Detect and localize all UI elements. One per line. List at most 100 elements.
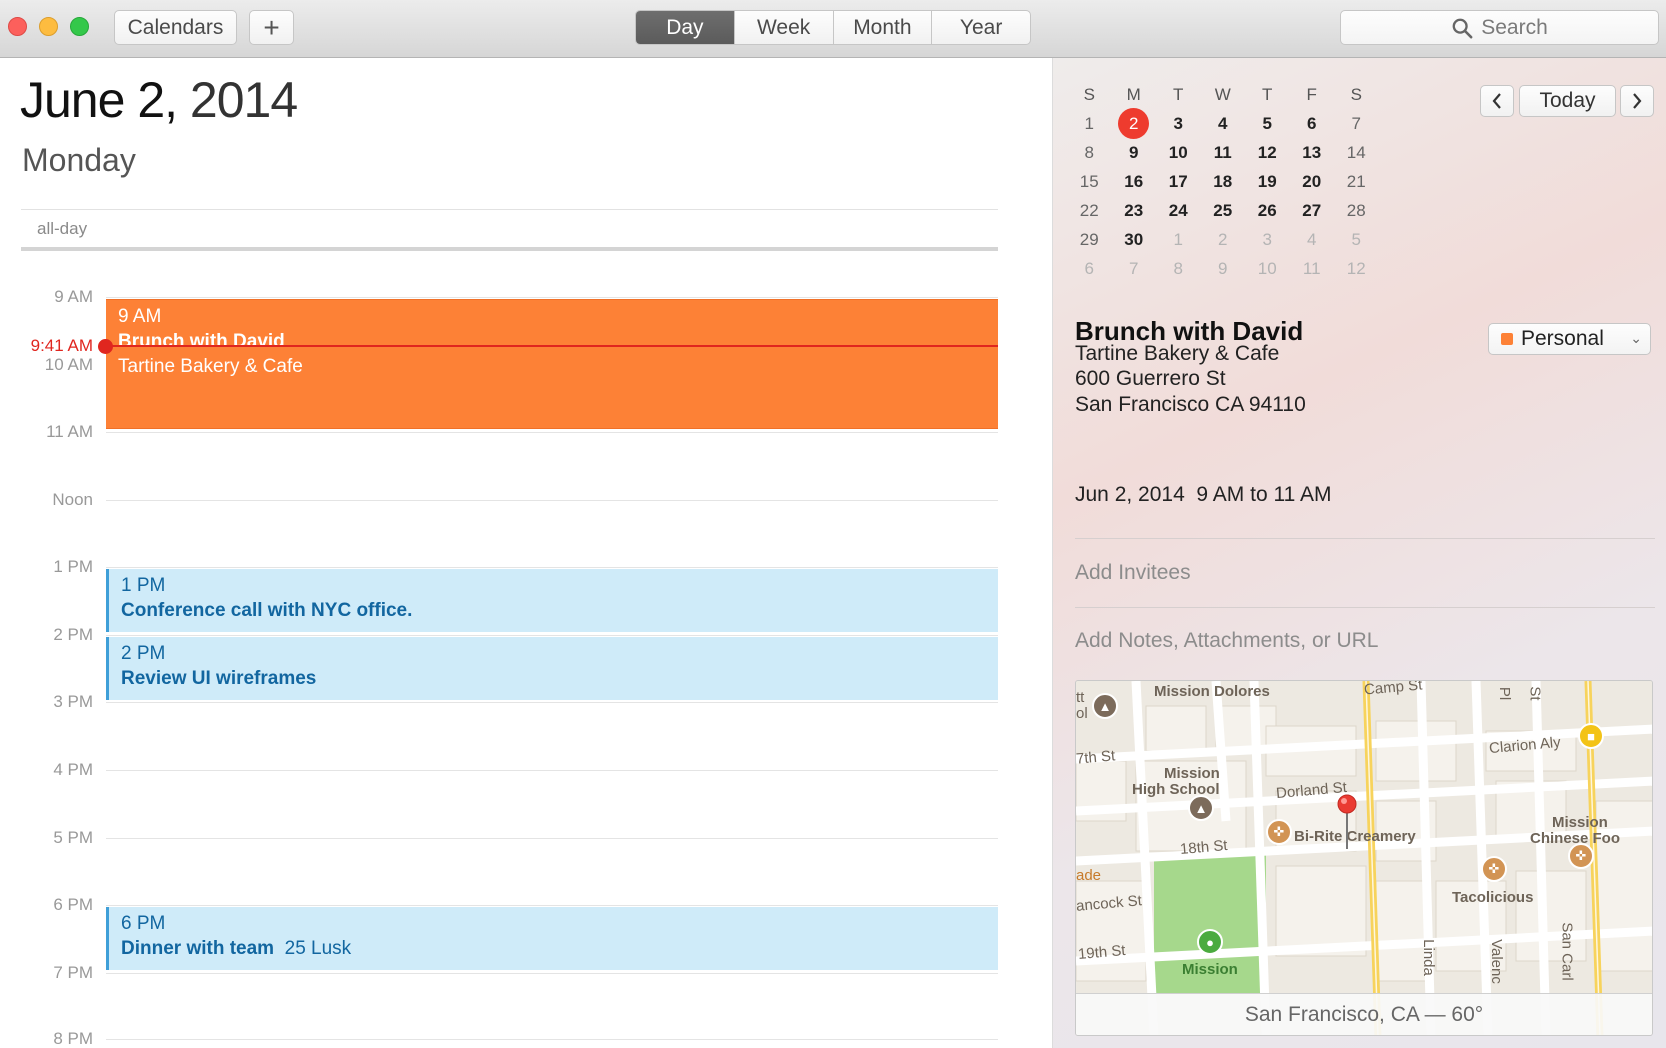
day-number: 4 [1307,229,1317,249]
all-day-row[interactable]: all-day [21,209,998,251]
shopping-icon[interactable]: ■ [1578,723,1604,749]
mini-calendar-day[interactable]: 16 [1112,167,1157,196]
add-invitees-field[interactable]: Add Invitees [1075,561,1191,585]
mini-calendar-day[interactable]: 26 [1245,196,1290,225]
hour-label: 1 PM [53,557,93,576]
location-line[interactable]: Tartine Bakery & Cafe [1075,342,1279,366]
mini-calendar-day[interactable]: 11 [1201,138,1246,167]
event-brunch-with-david[interactable]: 9 AM Brunch with David Tartine Bakery & … [106,299,998,429]
day-number: 3 [1173,113,1183,133]
tab-week[interactable]: Week [733,11,833,44]
add-event-button[interactable]: + [249,10,294,45]
mini-calendar-day[interactable]: 7 [1112,254,1157,283]
mini-calendar-day[interactable]: 19 [1245,167,1290,196]
event-conference-call[interactable]: 1 PM Conference call with NYC office. [106,569,998,632]
tab-day[interactable]: Day [636,11,734,44]
mini-calendar-day[interactable]: 29 [1067,225,1112,254]
mini-calendar-day[interactable]: 28 [1334,196,1379,225]
mini-calendar-day[interactable]: 3 [1156,109,1201,138]
mini-calendar-day[interactable]: 14 [1334,138,1379,167]
day-number: 6 [1307,113,1317,133]
mini-calendar-day[interactable]: 27 [1290,196,1335,225]
mini-calendar-day[interactable]: 13 [1290,138,1335,167]
calendars-button[interactable]: Calendars [114,10,237,45]
map-caption: San Francisco, CA — 60° [1076,993,1652,1035]
mini-calendar-day[interactable]: 12 [1245,138,1290,167]
event-review-ui-wireframes[interactable]: 2 PM Review UI wireframes [106,637,998,700]
mini-calendar-day[interactable]: 9 [1201,254,1246,283]
day-number: 29 [1079,229,1099,249]
mini-calendar-selected-day[interactable]: 2 [1112,108,1157,139]
location-line[interactable]: 600 Guerrero St [1075,367,1226,391]
map-label: ade [1076,867,1102,884]
add-notes-field[interactable]: Add Notes, Attachments, or URL [1075,629,1378,653]
mini-calendar-day[interactable]: 8 [1156,254,1201,283]
mini-calendar-day[interactable]: 17 [1156,167,1201,196]
mini-calendar-day[interactable]: 10 [1156,138,1201,167]
location-pin-icon[interactable] [1336,793,1358,853]
mini-calendar-day[interactable]: 24 [1156,196,1201,225]
current-time-label: 9:41 AM [30,336,93,355]
zoom-window-button[interactable] [70,17,89,36]
restaurant-icon[interactable]: ✜ [1481,856,1507,882]
mini-calendar-day[interactable]: 10 [1245,254,1290,283]
mini-calendar-day[interactable]: 30 [1112,225,1157,254]
previous-day-button[interactable] [1480,85,1514,117]
mini-calendar-day[interactable]: 22 [1067,196,1112,225]
day-view: June 2, 2014 Monday all-day 9 AM 10 AM 1… [0,58,1052,1048]
mini-calendar-day[interactable]: 21 [1334,167,1379,196]
map-label: St [1526,686,1544,701]
mini-calendar-day[interactable]: 25 [1201,196,1246,225]
mini-calendar-day[interactable]: 9 [1112,138,1157,167]
restaurant-icon[interactable]: ✜ [1568,843,1594,869]
minimize-window-button[interactable] [39,17,58,36]
mini-calendar-day[interactable]: 7 [1334,109,1379,138]
tab-year[interactable]: Year [931,11,1030,44]
park-icon[interactable]: ● [1197,929,1223,955]
today-button[interactable]: Today [1519,85,1616,117]
mini-calendar-day[interactable]: 11 [1290,254,1335,283]
event-time: 6 PM [121,913,166,934]
mini-calendar-day[interactable]: 6 [1290,109,1335,138]
day-number: 12 [1346,258,1366,278]
mini-calendar-day[interactable]: 15 [1067,167,1112,196]
location-line[interactable]: San Francisco CA 94110 [1075,393,1306,417]
hour-line [106,770,998,771]
hour-label: 2 PM [53,625,93,644]
mini-calendar-day[interactable]: 4 [1201,109,1246,138]
weekday-label: Monday [22,142,136,178]
mini-calendar-day[interactable]: 12 [1334,254,1379,283]
map-label: Tacolicious [1452,889,1534,906]
calendar-select[interactable]: Personal ⌄ [1488,323,1651,355]
current-time-line [106,345,998,347]
mini-calendar-day[interactable]: 4 [1290,225,1335,254]
mini-calendar-day[interactable]: 8 [1067,138,1112,167]
mini-calendar-day[interactable]: 5 [1334,225,1379,254]
next-day-button[interactable] [1620,85,1654,117]
mini-calendar-day[interactable]: 3 [1245,225,1290,254]
school-icon[interactable]: ▲ [1092,693,1118,719]
restaurant-icon[interactable]: ✜ [1266,819,1292,845]
tab-month[interactable]: Month [832,11,932,44]
mini-calendar-day[interactable]: 20 [1290,167,1335,196]
hour-line [106,635,998,636]
event-datetime[interactable]: Jun 2, 2014 9 AM to 11 AM [1075,483,1331,507]
mini-calendar-week: 29 30 1 2 3 4 5 [1067,225,1379,254]
day-number: 19 [1257,171,1277,191]
mini-calendar-day[interactable]: 1 [1156,225,1201,254]
mini-calendar-day[interactable]: 2 [1201,225,1246,254]
mini-calendar-day[interactable]: 18 [1201,167,1246,196]
day-number: 3 [1262,229,1272,249]
mini-calendar-day[interactable]: 23 [1112,196,1157,225]
event-dinner-with-team[interactable]: 6 PM Dinner with team 25 Lusk [106,907,998,970]
calendar-name: Personal [1521,327,1604,350]
close-window-button[interactable] [8,17,27,36]
mini-calendar-day[interactable]: 6 [1067,254,1112,283]
location-map[interactable]: Mission Dolores Camp St Clarion Aly 7th … [1075,680,1653,1036]
day-number: 5 [1262,113,1272,133]
search-field[interactable]: Search [1340,10,1659,45]
map-streets [1076,681,1652,1035]
mini-calendar-day[interactable]: 5 [1245,109,1290,138]
mini-calendar-day[interactable]: 1 [1067,109,1112,138]
school-icon[interactable]: ▲ [1188,795,1214,821]
